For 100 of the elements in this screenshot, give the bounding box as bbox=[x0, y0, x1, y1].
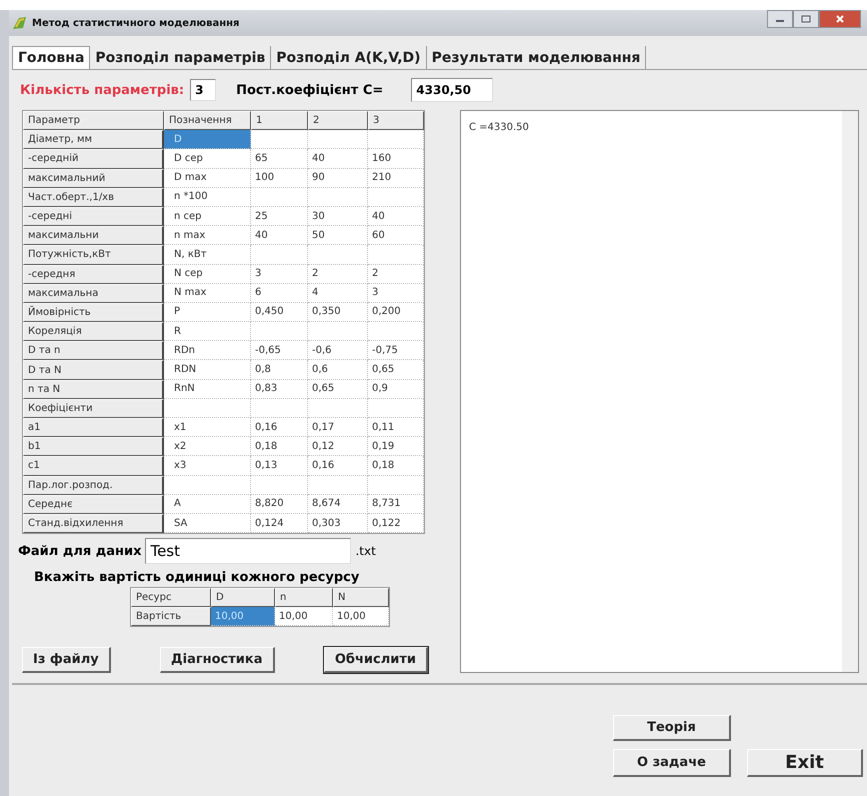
table-cell[interactable]: 210 bbox=[368, 168, 424, 188]
table-cell[interactable]: 160 bbox=[368, 149, 424, 169]
table-cell[interactable]: 60 bbox=[368, 226, 424, 246]
table-cell[interactable]: 3 bbox=[251, 264, 308, 284]
minimize-button[interactable] bbox=[767, 10, 793, 28]
table-cell[interactable]: 0,18 bbox=[368, 456, 424, 476]
table-cell[interactable]: 8,674 bbox=[308, 494, 368, 514]
table-cell[interactable]: 0,16 bbox=[251, 418, 308, 438]
table-cell[interactable] bbox=[164, 398, 251, 418]
tab[interactable]: Результати моделювання bbox=[426, 46, 646, 69]
table-cell[interactable]: x1 bbox=[164, 418, 251, 438]
table-cell[interactable] bbox=[251, 245, 308, 264]
table-cell[interactable]: 0,13 bbox=[251, 456, 308, 476]
table-cell[interactable]: 0,9 bbox=[368, 380, 424, 399]
table-cell[interactable]: 0,8 bbox=[251, 360, 308, 380]
table-cell[interactable]: 0,18 bbox=[251, 437, 308, 456]
table-cell[interactable]: SA bbox=[164, 514, 251, 534]
table-cell[interactable] bbox=[368, 398, 424, 418]
theory-button[interactable]: Теорія bbox=[613, 715, 731, 742]
table-cell[interactable]: 0,350 bbox=[308, 302, 368, 322]
table-cell[interactable]: 0,450 bbox=[251, 302, 308, 322]
table-cell[interactable]: 10,00 bbox=[275, 607, 333, 626]
table-cell[interactable] bbox=[308, 245, 368, 264]
table-cell[interactable]: 0,65 bbox=[308, 380, 368, 399]
table-cell[interactable]: x2 bbox=[164, 437, 251, 456]
table-cell[interactable]: 0,17 bbox=[308, 418, 368, 438]
table-cell[interactable]: 0,122 bbox=[368, 514, 424, 534]
table-cell[interactable] bbox=[164, 476, 251, 495]
coefficient-field[interactable]: 4330,50 bbox=[411, 78, 494, 102]
table-cell[interactable] bbox=[308, 322, 368, 342]
tab[interactable]: Розподіл A(K,V,D) bbox=[271, 46, 427, 69]
table-cell[interactable]: 100 bbox=[251, 168, 308, 188]
table-cell[interactable]: -0,65 bbox=[251, 341, 308, 360]
action-button[interactable]: Обчислити bbox=[324, 647, 428, 674]
table-cell[interactable]: 0,6 bbox=[308, 360, 368, 380]
table-cell[interactable]: N max bbox=[164, 284, 251, 303]
table-cell[interactable]: 40 bbox=[251, 226, 308, 246]
table-cell[interactable] bbox=[368, 245, 424, 264]
tab[interactable]: Головна bbox=[12, 46, 90, 69]
table-cell[interactable]: D сер bbox=[164, 149, 251, 169]
table-cell[interactable]: n сер bbox=[164, 206, 251, 226]
table-cell[interactable]: D max bbox=[164, 168, 251, 188]
output-memo[interactable]: C =4330.50 bbox=[460, 110, 859, 674]
table-cell[interactable]: 0,19 bbox=[368, 437, 424, 456]
table-cell[interactable]: 6 bbox=[251, 284, 308, 303]
close-button[interactable] bbox=[819, 10, 861, 28]
table-cell[interactable]: 0,124 bbox=[251, 514, 308, 534]
table-cell[interactable]: -0,6 bbox=[308, 341, 368, 360]
table-cell[interactable]: 25 bbox=[251, 206, 308, 226]
table-cell[interactable]: A bbox=[164, 494, 251, 514]
table-cell[interactable]: n *100 bbox=[164, 188, 251, 207]
table-cell[interactable] bbox=[368, 476, 424, 495]
table-cell[interactable]: N сер bbox=[164, 264, 251, 284]
table-cell[interactable]: -0,75 bbox=[368, 341, 424, 360]
table-cell[interactable]: RDn bbox=[164, 341, 251, 360]
table-cell[interactable] bbox=[308, 130, 368, 150]
table-cell[interactable] bbox=[251, 188, 308, 207]
table-cell[interactable] bbox=[368, 130, 424, 150]
table-cell[interactable]: RnN bbox=[164, 380, 251, 399]
table-cell[interactable]: 0,16 bbox=[308, 456, 368, 476]
table-cell[interactable]: 8,820 bbox=[251, 494, 308, 514]
table-cell[interactable]: 10,00 bbox=[333, 607, 389, 626]
maximize-button[interactable] bbox=[793, 10, 819, 28]
table-cell[interactable]: 40 bbox=[308, 149, 368, 169]
table-cell[interactable]: 2 bbox=[368, 264, 424, 284]
table-cell[interactable]: 0,83 bbox=[251, 380, 308, 399]
parameter-count-field[interactable]: 3 bbox=[190, 79, 216, 101]
table-cell[interactable] bbox=[251, 476, 308, 495]
about-button[interactable]: О задаче bbox=[613, 749, 731, 778]
table-cell[interactable]: 40 bbox=[368, 206, 424, 226]
table-cell[interactable]: 4 bbox=[308, 284, 368, 303]
table-cell[interactable]: 65 bbox=[251, 149, 308, 169]
table-cell[interactable] bbox=[251, 130, 308, 150]
tab[interactable]: Розподіл параметрів bbox=[90, 46, 272, 69]
table-cell[interactable]: 90 bbox=[308, 168, 368, 188]
table-cell[interactable]: R bbox=[164, 322, 251, 342]
table-cell[interactable]: P bbox=[164, 302, 251, 322]
table-cell[interactable]: 0,200 bbox=[368, 302, 424, 322]
table-cell[interactable]: 3 bbox=[368, 284, 424, 303]
table-cell[interactable] bbox=[368, 188, 424, 207]
table-cell[interactable]: x3 bbox=[164, 456, 251, 476]
table-cell[interactable]: n max bbox=[164, 226, 251, 246]
table-cell[interactable]: RDN bbox=[164, 360, 251, 380]
file-name-field[interactable]: Test bbox=[145, 538, 352, 564]
action-button[interactable]: Діагностика bbox=[160, 647, 274, 674]
table-cell[interactable]: 2 bbox=[308, 264, 368, 284]
exit-button[interactable]: Exit bbox=[747, 749, 863, 778]
table-cell[interactable] bbox=[251, 322, 308, 342]
table-cell[interactable] bbox=[308, 398, 368, 418]
table-cell[interactable]: N, кВт bbox=[164, 245, 251, 264]
table-cell[interactable] bbox=[308, 188, 368, 207]
table-cell[interactable] bbox=[308, 476, 368, 495]
scrollbar[interactable] bbox=[842, 111, 858, 672]
action-button[interactable]: Із файлу bbox=[22, 647, 111, 674]
table-cell[interactable]: 0,11 bbox=[368, 418, 424, 438]
table-cell[interactable]: 0,65 bbox=[368, 360, 424, 380]
table-cell[interactable]: 0,12 bbox=[308, 437, 368, 456]
table-cell[interactable]: 0,303 bbox=[308, 514, 368, 534]
table-cell[interactable]: 30 bbox=[308, 206, 368, 226]
table-cell[interactable]: 50 bbox=[308, 226, 368, 246]
